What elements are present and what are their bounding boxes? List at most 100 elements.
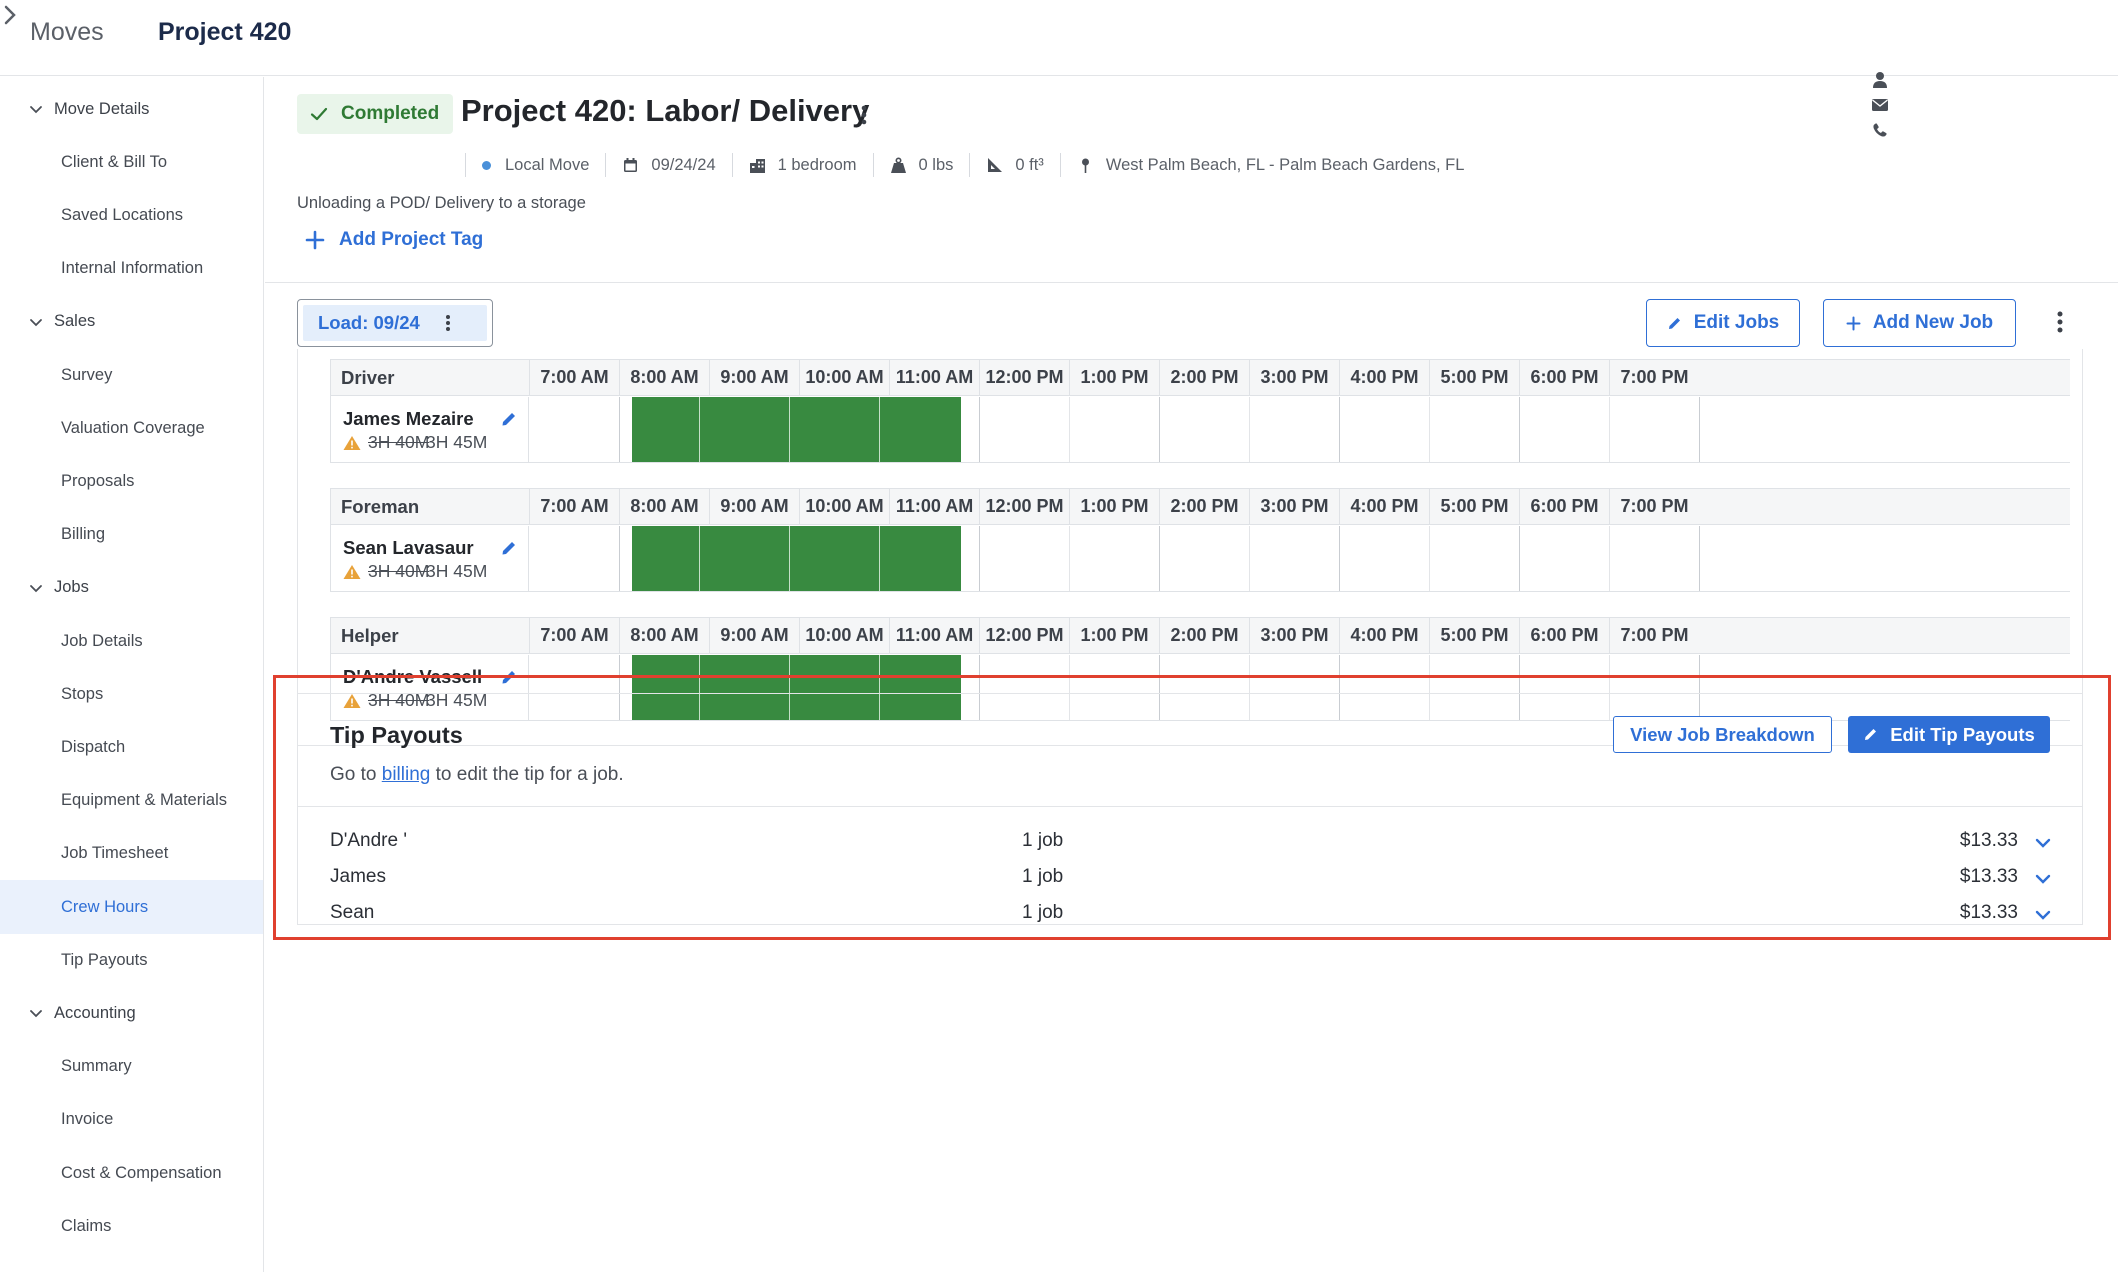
top-header: Moves Project 420 bbox=[0, 0, 2118, 76]
volume-label: 0 ft³ bbox=[1015, 155, 1044, 174]
hour-header: 2:00 PM bbox=[1159, 489, 1249, 525]
route-label: West Palm Beach, FL - Palm Beach Gardens… bbox=[1105, 155, 1465, 174]
payout-row[interactable]: James 1 job $13.33 bbox=[298, 858, 2082, 898]
edit-jobs-button[interactable]: Edit Jobs bbox=[1646, 299, 1800, 347]
load-tab-active: Load: 09/24 bbox=[303, 305, 487, 341]
move-type-dot bbox=[482, 160, 491, 170]
hour-header: 12:00 PM bbox=[979, 489, 1069, 525]
hour-header: 3:00 PM bbox=[1249, 489, 1339, 525]
view-job-breakdown-button[interactable]: View Job Breakdown bbox=[1613, 716, 1832, 753]
payout-row[interactable]: D'Andre ' 1 job $13.33 bbox=[298, 822, 2082, 862]
hour-grid-line bbox=[1699, 397, 1700, 462]
sidebar-section-move-details[interactable]: Move Details bbox=[0, 82, 263, 136]
project-description: Unloading a POD/ Delivery to a storage bbox=[297, 194, 586, 212]
hour-grid-line bbox=[1159, 397, 1160, 462]
plus-icon bbox=[305, 230, 325, 250]
move-type-label: Local Move bbox=[505, 155, 590, 174]
sidebar-item-cost-compensation[interactable]: Cost & Compensation bbox=[0, 1146, 263, 1200]
adjusted-hours: 3H 45M bbox=[426, 561, 488, 581]
add-new-job-button[interactable]: Add New Job bbox=[1823, 299, 2016, 347]
sidebar-item-stops[interactable]: Stops bbox=[0, 667, 263, 721]
breadcrumb-moves[interactable]: Moves bbox=[30, 18, 104, 47]
load-tab-label: Load: 09/24 bbox=[318, 312, 420, 333]
edit-tip-payouts-button[interactable]: Edit Tip Payouts bbox=[1848, 716, 2050, 753]
billing-link[interactable]: billing bbox=[382, 764, 431, 785]
hour-header: 6:00 PM bbox=[1519, 489, 1609, 525]
sidebar-item-dispatch[interactable]: Dispatch bbox=[0, 720, 263, 774]
chevron-down-icon[interactable] bbox=[2033, 869, 2053, 889]
payout-row[interactable]: Sean 1 job $13.33 bbox=[298, 894, 2082, 934]
person-icon[interactable] bbox=[1870, 70, 1890, 90]
sidebar-section-label: Sales bbox=[54, 312, 96, 331]
load-tab[interactable]: Load: 09/24 bbox=[297, 299, 493, 347]
hour-grid-line bbox=[1609, 526, 1610, 591]
crew-table-driver: Driver 7:00 AM 8:00 AM 9:00 AM 10:00 AM 11:00… bbox=[330, 359, 2070, 463]
pencil-icon[interactable] bbox=[501, 411, 517, 427]
sidebar-item-internal-information[interactable]: Internal Information bbox=[0, 242, 263, 296]
hour-grid-line bbox=[1429, 397, 1430, 462]
adjusted-hours: 3H 45M bbox=[426, 432, 488, 452]
subtitle-prefix: Go to bbox=[330, 764, 382, 785]
sidebar-item-crew-hours[interactable]: Crew Hours bbox=[0, 880, 263, 934]
building-icon bbox=[749, 158, 765, 173]
kebab-menu-icon[interactable] bbox=[859, 103, 869, 127]
sidebar-section-accounting[interactable]: Accounting bbox=[0, 986, 263, 1040]
sidebar-item-saved-locations[interactable]: Saved Locations bbox=[0, 188, 263, 242]
mail-icon[interactable] bbox=[1870, 95, 1890, 115]
payout-job-count: 1 job bbox=[1022, 902, 1064, 923]
sidebar-item-client-bill-to[interactable]: Client & Bill To bbox=[0, 135, 263, 189]
shift-bar[interactable] bbox=[632, 526, 961, 591]
hour-grid-line bbox=[1519, 397, 1520, 462]
chevron-down-icon[interactable] bbox=[2033, 905, 2053, 925]
size-label: 1 bedroom bbox=[777, 155, 857, 174]
meta-size: 1 bedroom bbox=[731, 153, 873, 177]
meta-date: 09/24/24 bbox=[605, 153, 731, 177]
sidebar-item-summary[interactable]: Summary bbox=[0, 1040, 263, 1094]
shift-hour-divider bbox=[879, 397, 880, 462]
shift-hour-divider bbox=[789, 397, 790, 462]
sidebar-item-equipment-materials[interactable]: Equipment & Materials bbox=[0, 774, 263, 828]
crew-member-name: Sean Lavasaur bbox=[343, 537, 474, 558]
phone-icon[interactable] bbox=[1870, 120, 1890, 140]
meta-volume: 0 ft³ bbox=[969, 153, 1059, 177]
shift-bar[interactable] bbox=[632, 397, 961, 462]
sidebar-item-job-timesheet[interactable]: Job Timesheet bbox=[0, 827, 263, 881]
hour-header: 7:00 PM bbox=[1609, 489, 1699, 525]
hour-header: 1:00 PM bbox=[1069, 618, 1159, 654]
payout-name: D'Andre ' bbox=[330, 830, 407, 851]
meta-move-type: Local Move bbox=[465, 153, 605, 177]
add-project-tag-label: Add Project Tag bbox=[339, 229, 484, 250]
pencil-icon bbox=[1865, 729, 1877, 740]
hour-grid-line bbox=[1429, 526, 1430, 591]
shift-hour-divider bbox=[699, 397, 700, 462]
meta-weight: 0 lbs bbox=[872, 153, 970, 177]
add-project-tag-button[interactable]: Add Project Tag bbox=[305, 229, 483, 251]
crew-member-cell: Sean Lavasaur 3H 40M 3H 45M bbox=[331, 526, 529, 591]
sidebar-section-sales[interactable]: Sales bbox=[0, 295, 263, 349]
hour-header: 5:00 PM bbox=[1429, 489, 1519, 525]
chevron-down-icon[interactable] bbox=[2033, 833, 2053, 853]
sidebar-item-claims[interactable]: Claims bbox=[0, 1199, 263, 1253]
payout-amount: $13.33 bbox=[1959, 902, 2018, 923]
meta-route: West Palm Beach, FL - Palm Beach Gardens… bbox=[1059, 153, 1481, 177]
warning-icon bbox=[343, 436, 361, 450]
add-new-job-label: Add New Job bbox=[1872, 312, 1994, 333]
sidebar-item-proposals[interactable]: Proposals bbox=[0, 454, 263, 508]
sidebar-item-billing[interactable]: Billing bbox=[0, 508, 263, 562]
payout-amount: $13.33 bbox=[1959, 866, 2018, 887]
chevron-down-icon bbox=[30, 1010, 42, 1018]
pencil-icon[interactable] bbox=[501, 540, 517, 556]
hour-grid-line bbox=[1519, 526, 1520, 591]
ruler-triangle-icon bbox=[988, 157, 1003, 172]
sidebar-item-valuation-coverage[interactable]: Valuation Coverage bbox=[0, 401, 263, 455]
kebab-menu-icon[interactable] bbox=[444, 313, 452, 333]
shift-hour-divider bbox=[789, 526, 790, 591]
sidebar-section-jobs[interactable]: Jobs bbox=[0, 561, 263, 615]
chevron-down-icon bbox=[30, 318, 42, 327]
sidebar-item-survey[interactable]: Survey bbox=[0, 348, 263, 402]
sidebar-item-tip-payouts[interactable]: Tip Payouts bbox=[0, 933, 263, 987]
tip-payouts-subtitle: Go to billing to edit the tip for a job. bbox=[330, 764, 624, 786]
sidebar-item-invoice[interactable]: Invoice bbox=[0, 1093, 263, 1147]
sidebar-item-job-details[interactable]: Job Details bbox=[0, 614, 263, 668]
more-options-icon[interactable] bbox=[2055, 309, 2065, 335]
